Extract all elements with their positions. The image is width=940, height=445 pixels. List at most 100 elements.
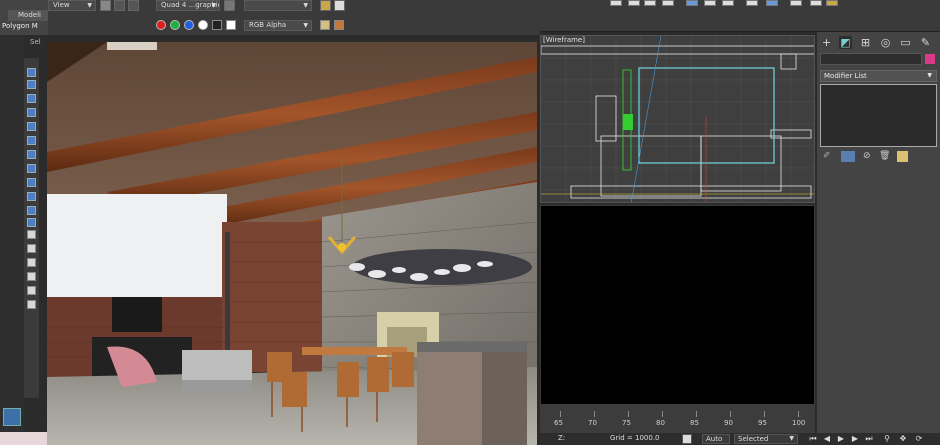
modifier-list-dropdown[interactable]: Modifier List ▼ bbox=[820, 70, 937, 82]
mirror-icon[interactable] bbox=[27, 206, 36, 215]
play-icon[interactable]: ▶ bbox=[836, 434, 846, 444]
go-to-end-icon[interactable]: ⏭ bbox=[864, 434, 874, 444]
modifier-list-label: Modifier List bbox=[824, 72, 867, 80]
zoom-icon[interactable]: ⚲ bbox=[882, 434, 892, 444]
pan-view-icon[interactable]: ✥ bbox=[898, 434, 908, 444]
viewport-label[interactable]: [Wireframe] bbox=[543, 36, 585, 44]
save-image-icon[interactable] bbox=[320, 20, 330, 30]
view-icon[interactable] bbox=[27, 218, 36, 227]
select-icon[interactable] bbox=[27, 68, 36, 77]
pin-stack-icon[interactable]: ✐ bbox=[823, 151, 834, 162]
create-icon[interactable]: + bbox=[820, 36, 833, 49]
grid-size-label: Grid = 1000.0 bbox=[610, 434, 660, 442]
time-tag-button[interactable] bbox=[682, 434, 692, 444]
settings-icon[interactable] bbox=[224, 0, 235, 11]
timeline-tick: 65 bbox=[554, 419, 563, 427]
funnel-icon[interactable] bbox=[27, 286, 36, 295]
chevron-down-icon: ▼ bbox=[303, 22, 308, 29]
teapot-icon[interactable] bbox=[320, 0, 331, 11]
perspective-viewport[interactable] bbox=[540, 205, 815, 405]
toolbar-button[interactable] bbox=[722, 0, 734, 6]
red-channel-icon[interactable] bbox=[156, 20, 166, 30]
z-coordinate-label: Z: bbox=[558, 434, 566, 442]
object-name-input[interactable] bbox=[820, 53, 922, 65]
print-icon[interactable] bbox=[334, 20, 344, 30]
preset-dropdown[interactable]: Quad 4 ...graphic ▼ bbox=[156, 0, 220, 11]
motion-icon[interactable]: ◎ bbox=[879, 36, 892, 49]
render-dropdown[interactable]: ▼ bbox=[244, 0, 312, 11]
clone-icon[interactable] bbox=[128, 0, 139, 11]
app-window: Modeli Polygon M View ▼ Quad 4 ...graphi… bbox=[0, 0, 940, 445]
display-icon[interactable]: ▭ bbox=[899, 36, 912, 49]
edit-icon[interactable] bbox=[27, 136, 36, 145]
main-toolbar bbox=[540, 0, 940, 32]
edit-icon[interactable] bbox=[27, 122, 36, 131]
toolbar-button[interactable] bbox=[662, 0, 674, 6]
object-color-swatch[interactable] bbox=[925, 54, 935, 64]
toolbar-button[interactable] bbox=[704, 0, 716, 6]
selection-label: Sel bbox=[30, 38, 41, 46]
modifier-stack[interactable] bbox=[820, 84, 937, 147]
toolbar-button[interactable] bbox=[644, 0, 656, 6]
configure-sets-icon[interactable] bbox=[897, 151, 908, 162]
grid-icon[interactable] bbox=[27, 300, 36, 309]
green-channel-icon[interactable] bbox=[170, 20, 180, 30]
toolbar-button[interactable] bbox=[810, 0, 822, 6]
view-dropdown[interactable]: View ▼ bbox=[48, 0, 96, 11]
make-unique-icon[interactable]: ⊘ bbox=[863, 151, 874, 162]
move-icon[interactable] bbox=[27, 178, 36, 187]
channel-dropdown[interactable]: RGB Alpha ▼ bbox=[244, 20, 312, 31]
layer-icon[interactable] bbox=[27, 244, 36, 253]
wireframe-viewport[interactable]: [Wireframe] bbox=[540, 35, 815, 203]
previous-frame-icon[interactable]: ◀ bbox=[822, 434, 832, 444]
next-frame-icon[interactable]: ▶ bbox=[850, 434, 860, 444]
chevron-down-icon: ▼ bbox=[789, 435, 794, 442]
ribbon-subtab-polygon[interactable]: Polygon M bbox=[2, 22, 38, 30]
toolbar-button[interactable] bbox=[746, 0, 758, 6]
list-icon[interactable] bbox=[27, 230, 36, 239]
toolbar-button[interactable] bbox=[826, 0, 838, 6]
timeline[interactable]: 65 70 75 80 85 90 95 100 bbox=[540, 405, 815, 433]
go-to-start-icon[interactable]: ⏮ bbox=[808, 434, 818, 444]
funnel-icon[interactable] bbox=[27, 272, 36, 281]
pan-icon[interactable] bbox=[100, 0, 111, 11]
utilities-icon[interactable]: ✎ bbox=[919, 36, 932, 49]
render-frame bbox=[47, 42, 537, 445]
snap-icon[interactable] bbox=[27, 192, 36, 201]
modify-icon[interactable]: ◩ bbox=[839, 36, 852, 49]
scale-icon[interactable] bbox=[27, 150, 36, 159]
link-icon[interactable] bbox=[27, 80, 36, 89]
show-end-result-icon[interactable] bbox=[841, 151, 855, 162]
frame-icon[interactable] bbox=[27, 258, 36, 267]
timeline-tick: 75 bbox=[622, 419, 631, 427]
key-filter-dropdown[interactable]: Selected ▼ bbox=[734, 434, 798, 444]
monochrome-icon[interactable] bbox=[212, 20, 222, 30]
pin-icon[interactable] bbox=[27, 94, 36, 103]
auto-key-button[interactable]: Auto bbox=[702, 434, 730, 444]
orbit-icon[interactable]: ⟳ bbox=[914, 434, 924, 444]
chevron-down-icon: ▼ bbox=[211, 2, 216, 9]
chevron-down-icon: ▼ bbox=[87, 2, 92, 9]
alpha-channel-icon[interactable] bbox=[198, 20, 208, 30]
toolbar-button[interactable] bbox=[628, 0, 640, 6]
status-bar: Z: Grid = 1000.0 Auto Selected ▼ ⏮ ◀ ▶ ▶… bbox=[540, 433, 940, 445]
hierarchy-icon[interactable]: ⊞ bbox=[859, 36, 872, 49]
command-panel: + ◩ ⊞ ◎ ▭ ✎ Modifier List ▼ ✐ ⊘ 🗑 bbox=[817, 32, 940, 433]
wireframe-scene bbox=[541, 36, 814, 202]
toolbar-button[interactable] bbox=[790, 0, 802, 6]
toolbar-button[interactable] bbox=[610, 0, 622, 6]
maximize-viewport-button[interactable] bbox=[3, 408, 21, 426]
blue-channel-icon[interactable] bbox=[184, 20, 194, 30]
side-panel bbox=[0, 35, 24, 445]
shape-icon[interactable] bbox=[27, 108, 36, 117]
timeline-tick: 70 bbox=[588, 419, 597, 427]
timeline-tick: 95 bbox=[758, 419, 767, 427]
edit-icon[interactable] bbox=[334, 0, 345, 11]
toolbar-button[interactable] bbox=[686, 0, 698, 6]
toolbar-button[interactable] bbox=[766, 0, 778, 6]
lock-icon[interactable] bbox=[114, 0, 125, 11]
ribbon-tab-modeling[interactable]: Modeli bbox=[8, 10, 48, 21]
remove-modifier-icon[interactable]: 🗑 bbox=[879, 151, 890, 162]
clear-color-icon[interactable] bbox=[226, 20, 236, 30]
rotate-icon[interactable] bbox=[27, 164, 36, 173]
